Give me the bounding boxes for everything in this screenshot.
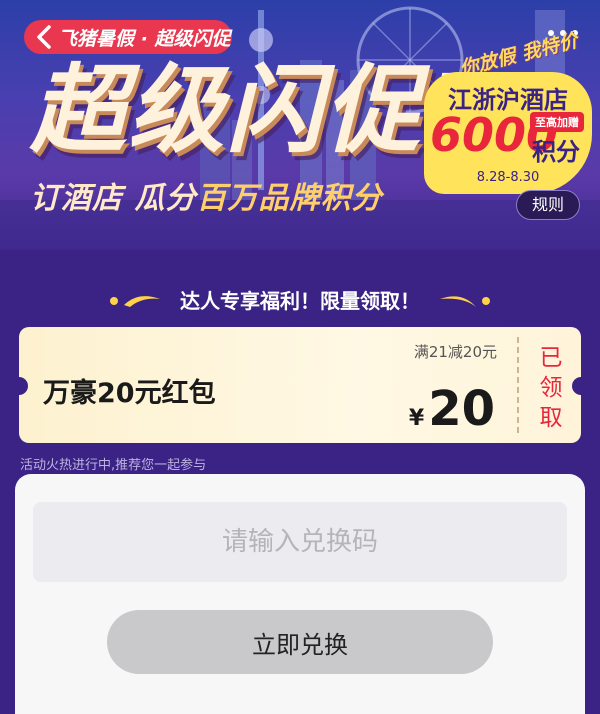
redeem-code-input[interactable] [33, 502, 567, 582]
badge-tag: 至高加赠 [530, 112, 584, 132]
promo-badge: 江浙沪酒店 6000 至高加赠 积分 8.28-8.30 [424, 72, 592, 194]
back-button-label: 飞猪暑假 · 超级闪促 [58, 27, 231, 50]
redeem-button[interactable]: 立即兑换 [107, 610, 493, 674]
decorative-swoosh-left-icon [110, 296, 160, 307]
coupon-divider [517, 337, 519, 433]
page-title: 超级闪促! [30, 54, 468, 166]
decorative-swoosh-right-icon [440, 296, 490, 307]
activity-note: 活动火热进行中,推荐您一起参与 [20, 458, 207, 473]
chevron-left-icon [37, 25, 51, 49]
benefit-heading: 达人专享福利！限量领取！ [0, 282, 600, 316]
back-button[interactable]: 飞猪暑假 · 超级闪促 [24, 20, 232, 54]
coupon-notch-left [10, 377, 28, 395]
coupon-notch-right [572, 377, 590, 395]
coupon-name: 万豪20元红包 [43, 378, 216, 409]
redeem-card: 立即兑换 [15, 474, 585, 714]
coupon-status: 已领取 [539, 345, 563, 431]
coupon-amount: ¥ 20 [409, 385, 495, 433]
coupon-value: 20 [428, 381, 495, 437]
subtitle-highlight: 百万品牌积分 [196, 181, 383, 216]
badge-dates: 8.28-8.30 [476, 170, 540, 185]
subtitle-prefix: 订酒店 瓜分 [30, 181, 197, 216]
hero-banner: 飞猪暑假 · 超级闪促 超级闪促! 订酒店 瓜分百万品牌积分 你放假 我特价 江… [0, 0, 600, 250]
page-subtitle: 订酒店 瓜分百万品牌积分 [30, 173, 382, 217]
badge-unit: 积分 [532, 138, 580, 166]
coupon-card[interactable]: 万豪20元红包 满21减20元 ¥ 20 已领取 [10, 327, 590, 443]
rules-button[interactable]: 规则 [516, 190, 580, 220]
benefit-heading-text: 达人专享福利！限量领取！ [180, 288, 420, 313]
coupon-condition: 满21减20元 [413, 343, 497, 361]
currency-symbol: ¥ [408, 406, 425, 431]
